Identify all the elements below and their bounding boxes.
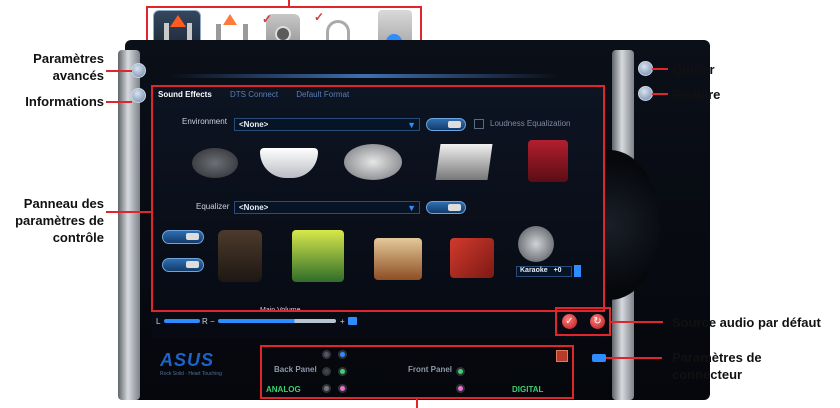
speaker-icon [348, 317, 357, 325]
front-panel-label: Front Panel [408, 365, 453, 374]
up-arrow-icon [223, 14, 237, 25]
main-volume-slider[interactable] [218, 319, 336, 323]
callout-line [606, 357, 662, 359]
digital-label: DIGITAL [512, 385, 544, 394]
balance-right-label: R [202, 317, 208, 326]
brand-tagline: Rock Solid · Heart Touching [160, 371, 222, 377]
check-icon: ✓ [314, 10, 325, 24]
quit-annotation: Quitter [672, 62, 715, 77]
connector-settings-button[interactable] [592, 354, 606, 362]
balance-left-label: L [156, 317, 161, 326]
up-arrow-icon [170, 15, 186, 27]
advanced-settings-annotation: Paramètres avancés [33, 51, 104, 83]
jack-front-out[interactable] [338, 367, 347, 376]
callout-line [106, 101, 132, 103]
set-default-button[interactable]: ✓ [562, 314, 577, 329]
connector-settings-annotation: Paramètres de connecteur [672, 350, 762, 382]
information-button[interactable] [131, 88, 146, 103]
control-panel-box [151, 85, 605, 312]
analog-label: ANALOG [266, 385, 301, 394]
default-source-annotation: Source audio par défaut [672, 315, 821, 330]
callout-line [106, 211, 152, 213]
check-icon: ✓ [262, 12, 273, 26]
quit-button[interactable] [638, 61, 653, 76]
jack-line-in-blue[interactable] [338, 350, 347, 359]
screenshot: ✓ ✓ Sound Effects DTS Connect Default Fo… [0, 0, 840, 408]
spdif-indicator[interactable] [556, 350, 568, 362]
callout-line [652, 93, 668, 95]
top-glow-bar [170, 74, 560, 78]
minimize-annotation: Réduire [672, 87, 721, 102]
callout-line [106, 70, 132, 72]
volume-plus-label: + [340, 317, 345, 326]
jack-front-mic[interactable] [456, 384, 465, 393]
information-annotation: Informations [25, 94, 104, 109]
jack-line-in[interactable] [322, 350, 331, 359]
volume-minus-label: − [210, 317, 215, 326]
control-panel-annotation: Panneau des paramètres de contrôle [15, 196, 104, 245]
callout-line [652, 68, 668, 70]
back-panel-label: Back Panel [274, 365, 317, 374]
jack-rear[interactable] [322, 384, 331, 393]
reset-default-button[interactable]: ↻ [590, 314, 605, 329]
callout-line-bottom [416, 398, 418, 408]
jack-front-headphone[interactable] [456, 367, 465, 376]
asus-logo: ASUS [160, 350, 215, 370]
balance-slider[interactable] [164, 319, 200, 323]
jack-center[interactable] [322, 367, 331, 376]
callout-line [611, 321, 663, 323]
jack-mic[interactable] [338, 384, 347, 393]
minimize-button[interactable] [638, 86, 653, 101]
advanced-settings-button[interactable] [131, 63, 146, 78]
